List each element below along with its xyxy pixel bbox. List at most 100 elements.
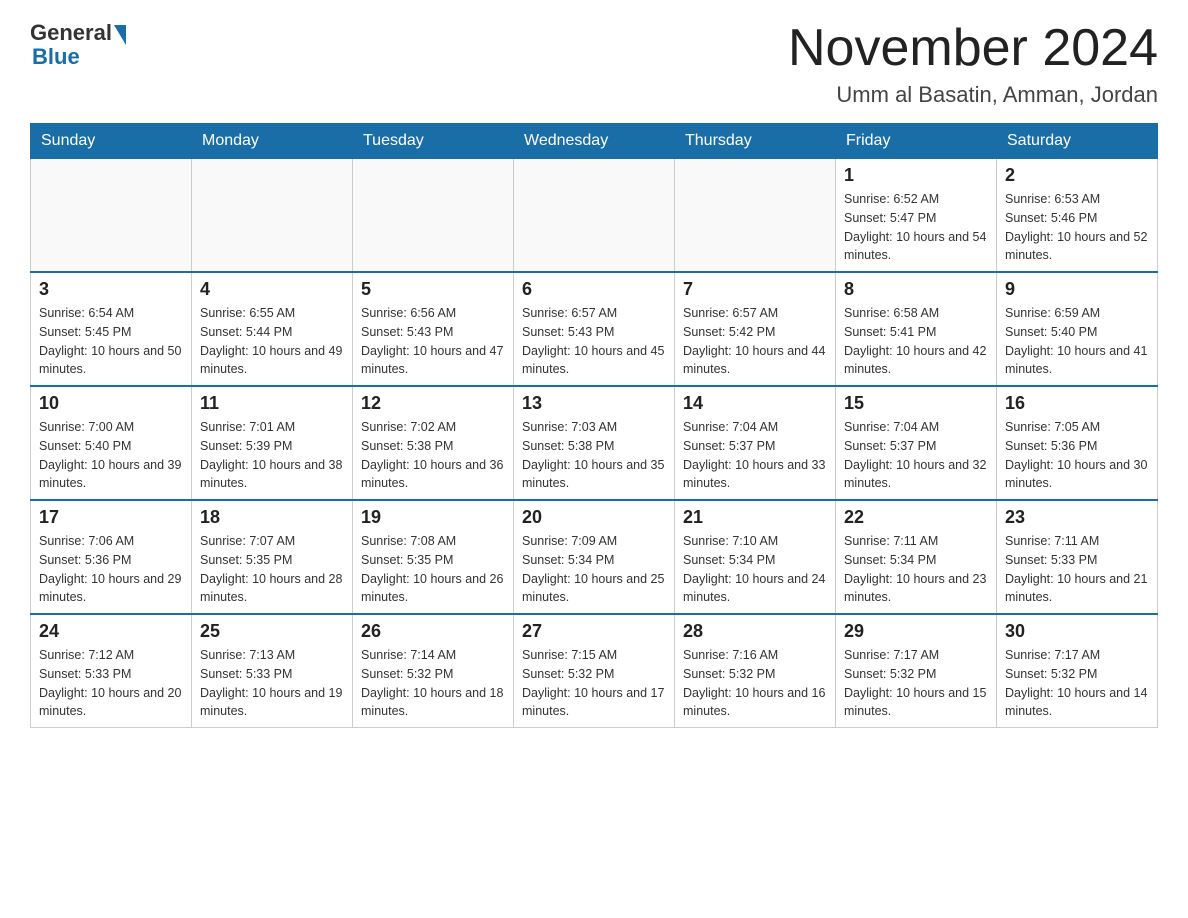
day-info: Sunrise: 7:16 AMSunset: 5:32 PMDaylight:… [683, 646, 827, 721]
calendar-day-cell [353, 159, 514, 273]
day-number: 5 [361, 279, 505, 300]
day-number: 1 [844, 165, 988, 186]
calendar-header-row: SundayMondayTuesdayWednesdayThursdayFrid… [31, 124, 1158, 159]
calendar-day-cell: 15 Sunrise: 7:04 AMSunset: 5:37 PMDayligh… [836, 386, 997, 500]
calendar-week-row: 24 Sunrise: 7:12 AMSunset: 5:33 PMDayligh… [31, 614, 1158, 728]
day-info: Sunrise: 6:55 AMSunset: 5:44 PMDaylight:… [200, 304, 344, 379]
calendar-day-cell: 26 Sunrise: 7:14 AMSunset: 5:32 PMDayligh… [353, 614, 514, 728]
day-info: Sunrise: 7:04 AMSunset: 5:37 PMDaylight:… [844, 418, 988, 493]
day-info: Sunrise: 6:53 AMSunset: 5:46 PMDaylight:… [1005, 190, 1149, 265]
day-info: Sunrise: 6:57 AMSunset: 5:43 PMDaylight:… [522, 304, 666, 379]
logo-blue-text: Blue [32, 44, 80, 70]
day-info: Sunrise: 6:52 AMSunset: 5:47 PMDaylight:… [844, 190, 988, 265]
calendar-week-row: 1 Sunrise: 6:52 AMSunset: 5:47 PMDaylight… [31, 159, 1158, 273]
calendar-week-row: 17 Sunrise: 7:06 AMSunset: 5:36 PMDayligh… [31, 500, 1158, 614]
calendar-day-cell: 23 Sunrise: 7:11 AMSunset: 5:33 PMDayligh… [997, 500, 1158, 614]
day-number: 15 [844, 393, 988, 414]
day-number: 3 [39, 279, 183, 300]
day-info: Sunrise: 7:15 AMSunset: 5:32 PMDaylight:… [522, 646, 666, 721]
day-info: Sunrise: 6:57 AMSunset: 5:42 PMDaylight:… [683, 304, 827, 379]
calendar-day-cell: 10Sunrise: 7:00 AMSunset: 5:40 PMDayligh… [31, 386, 192, 500]
day-info: Sunrise: 6:58 AMSunset: 5:41 PMDaylight:… [844, 304, 988, 379]
calendar-day-cell [31, 159, 192, 273]
day-number: 18 [200, 507, 344, 528]
calendar-day-cell: 29Sunrise: 7:17 AMSunset: 5:32 PMDayligh… [836, 614, 997, 728]
calendar-day-cell: 3 Sunrise: 6:54 AMSunset: 5:45 PMDaylight… [31, 272, 192, 386]
day-number: 4 [200, 279, 344, 300]
calendar-day-cell: 21 Sunrise: 7:10 AMSunset: 5:34 PMDayligh… [675, 500, 836, 614]
day-number: 22 [844, 507, 988, 528]
day-info: Sunrise: 6:59 AMSunset: 5:40 PMDaylight:… [1005, 304, 1149, 379]
day-of-week-header: Sunday [31, 124, 192, 159]
calendar-day-cell: 5 Sunrise: 6:56 AMSunset: 5:43 PMDaylight… [353, 272, 514, 386]
title-section: November 2024 Umm al Basatin, Amman, Jor… [788, 20, 1158, 108]
calendar-day-cell: 22 Sunrise: 7:11 AMSunset: 5:34 PMDayligh… [836, 500, 997, 614]
day-number: 26 [361, 621, 505, 642]
calendar-day-cell: 2 Sunrise: 6:53 AMSunset: 5:46 PMDaylight… [997, 159, 1158, 273]
calendar-week-row: 10Sunrise: 7:00 AMSunset: 5:40 PMDayligh… [31, 386, 1158, 500]
day-number: 14 [683, 393, 827, 414]
day-info: Sunrise: 7:10 AMSunset: 5:34 PMDaylight:… [683, 532, 827, 607]
day-number: 19 [361, 507, 505, 528]
day-info: Sunrise: 7:11 AMSunset: 5:34 PMDaylight:… [844, 532, 988, 607]
day-info: Sunrise: 7:00 AMSunset: 5:40 PMDaylight:… [39, 418, 183, 493]
calendar-week-row: 3 Sunrise: 6:54 AMSunset: 5:45 PMDaylight… [31, 272, 1158, 386]
day-number: 16 [1005, 393, 1149, 414]
day-number: 13 [522, 393, 666, 414]
day-number: 12 [361, 393, 505, 414]
calendar-day-cell: 19 Sunrise: 7:08 AMSunset: 5:35 PMDayligh… [353, 500, 514, 614]
day-number: 24 [39, 621, 183, 642]
calendar-day-cell: 14 Sunrise: 7:04 AMSunset: 5:37 PMDayligh… [675, 386, 836, 500]
location-label: Umm al Basatin, Amman, Jordan [788, 82, 1158, 108]
day-info: Sunrise: 6:56 AMSunset: 5:43 PMDaylight:… [361, 304, 505, 379]
logo-general-text: General [30, 20, 112, 46]
day-of-week-header: Tuesday [353, 124, 514, 159]
day-of-week-header: Friday [836, 124, 997, 159]
day-info: Sunrise: 6:54 AMSunset: 5:45 PMDaylight:… [39, 304, 183, 379]
day-number: 23 [1005, 507, 1149, 528]
day-info: Sunrise: 7:01 AMSunset: 5:39 PMDaylight:… [200, 418, 344, 493]
day-number: 2 [1005, 165, 1149, 186]
calendar-day-cell: 1 Sunrise: 6:52 AMSunset: 5:47 PMDaylight… [836, 159, 997, 273]
calendar-day-cell: 18Sunrise: 7:07 AMSunset: 5:35 PMDayligh… [192, 500, 353, 614]
day-number: 11 [200, 393, 344, 414]
calendar-day-cell: 13 Sunrise: 7:03 AMSunset: 5:38 PMDayligh… [514, 386, 675, 500]
page-header: General Blue November 2024 Umm al Basati… [30, 20, 1158, 108]
calendar-day-cell: 8 Sunrise: 6:58 AMSunset: 5:41 PMDaylight… [836, 272, 997, 386]
month-title: November 2024 [788, 20, 1158, 77]
day-info: Sunrise: 7:13 AMSunset: 5:33 PMDaylight:… [200, 646, 344, 721]
day-number: 9 [1005, 279, 1149, 300]
day-info: Sunrise: 7:11 AMSunset: 5:33 PMDaylight:… [1005, 532, 1149, 607]
day-of-week-header: Monday [192, 124, 353, 159]
calendar-table: SundayMondayTuesdayWednesdayThursdayFrid… [30, 123, 1158, 728]
day-info: Sunrise: 7:03 AMSunset: 5:38 PMDaylight:… [522, 418, 666, 493]
day-number: 7 [683, 279, 827, 300]
day-number: 17 [39, 507, 183, 528]
day-info: Sunrise: 7:08 AMSunset: 5:35 PMDaylight:… [361, 532, 505, 607]
day-number: 8 [844, 279, 988, 300]
calendar-day-cell [514, 159, 675, 273]
calendar-day-cell: 28 Sunrise: 7:16 AMSunset: 5:32 PMDayligh… [675, 614, 836, 728]
calendar-day-cell: 30Sunrise: 7:17 AMSunset: 5:32 PMDayligh… [997, 614, 1158, 728]
day-info: Sunrise: 7:05 AMSunset: 5:36 PMDaylight:… [1005, 418, 1149, 493]
day-number: 28 [683, 621, 827, 642]
calendar-day-cell: 12 Sunrise: 7:02 AMSunset: 5:38 PMDayligh… [353, 386, 514, 500]
day-info: Sunrise: 7:09 AMSunset: 5:34 PMDaylight:… [522, 532, 666, 607]
day-number: 6 [522, 279, 666, 300]
calendar-day-cell: 27 Sunrise: 7:15 AMSunset: 5:32 PMDayligh… [514, 614, 675, 728]
day-info: Sunrise: 7:14 AMSunset: 5:32 PMDaylight:… [361, 646, 505, 721]
day-number: 25 [200, 621, 344, 642]
day-info: Sunrise: 7:04 AMSunset: 5:37 PMDaylight:… [683, 418, 827, 493]
day-number: 27 [522, 621, 666, 642]
day-info: Sunrise: 7:02 AMSunset: 5:38 PMDaylight:… [361, 418, 505, 493]
day-info: Sunrise: 7:06 AMSunset: 5:36 PMDaylight:… [39, 532, 183, 607]
day-number: 29 [844, 621, 988, 642]
logo-arrow-icon [114, 25, 126, 45]
calendar-day-cell: 17 Sunrise: 7:06 AMSunset: 5:36 PMDayligh… [31, 500, 192, 614]
day-number: 21 [683, 507, 827, 528]
logo: General Blue [30, 20, 126, 70]
day-of-week-header: Saturday [997, 124, 1158, 159]
day-info: Sunrise: 7:12 AMSunset: 5:33 PMDaylight:… [39, 646, 183, 721]
calendar-day-cell: 16 Sunrise: 7:05 AMSunset: 5:36 PMDayligh… [997, 386, 1158, 500]
calendar-day-cell: 7 Sunrise: 6:57 AMSunset: 5:42 PMDaylight… [675, 272, 836, 386]
